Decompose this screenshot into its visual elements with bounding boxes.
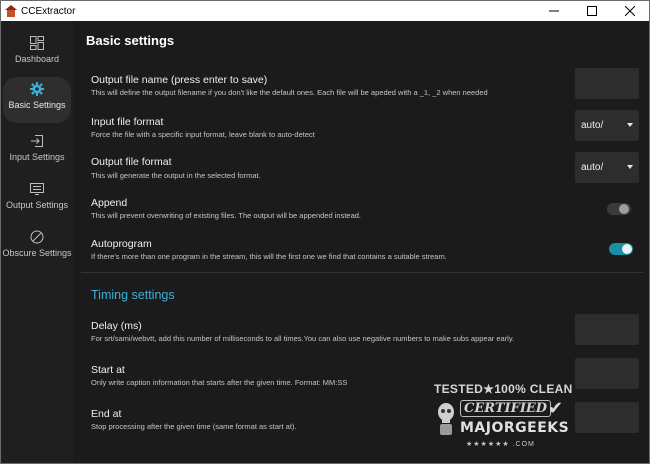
chevron-down-icon (627, 123, 633, 127)
input-icon (29, 133, 45, 149)
sidebar-item-input-settings[interactable]: Input Settings (3, 129, 71, 173)
start-at-input[interactable] (575, 358, 639, 389)
select-value: auto/ (581, 120, 604, 131)
setting-title: Output file format (91, 156, 172, 168)
obscure-icon (29, 229, 45, 245)
setting-description: This will define the output filename if … (91, 88, 488, 97)
maximize-button[interactable] (573, 1, 611, 21)
setting-description: If there's more than one program in the … (91, 252, 447, 261)
setting-description: This will prevent overwriting of existin… (91, 211, 362, 220)
setting-description: This will generate the output in the sel… (91, 171, 261, 180)
section-title: Timing settings (91, 288, 175, 302)
output-file-format-select[interactable]: auto/ (575, 152, 639, 183)
sidebar-item-obscure-settings[interactable]: Obscure Settings (2, 225, 72, 269)
setting-title: Output file name (press enter to save) (91, 74, 268, 86)
sidebar-item-dashboard[interactable]: Dashboard (3, 31, 71, 75)
setting-delay: Delay (ms) For srt/sami/webvtt, add this… (81, 314, 643, 354)
setting-description: Stop processing after the given time (sa… (91, 422, 297, 431)
sidebar-item-label: Obscure Settings (2, 248, 72, 258)
setting-append: Append This will prevent overwriting of … (81, 194, 643, 228)
output-file-name-input[interactable] (575, 68, 639, 99)
chevron-down-icon (627, 165, 633, 169)
page-title: Basic settings (86, 33, 175, 48)
sidebar-item-label: Dashboard (14, 54, 60, 64)
checkmark-icon: ✔ (548, 398, 564, 418)
sidebar-item-basic-settings[interactable]: Basic Settings (3, 77, 71, 123)
setting-title: Append (91, 197, 128, 209)
watermark-stars-text: ★★★★★★ .COM (466, 441, 535, 448)
app-window: CCExtractor Dashboard Basic Settings Inp… (0, 0, 650, 464)
sidebar-item-output-settings[interactable]: Output Settings (3, 177, 71, 221)
window-title: CCExtractor (21, 5, 76, 17)
app-logo-icon (5, 5, 17, 17)
window-controls (535, 1, 649, 21)
skull-mascot-icon (438, 403, 454, 435)
setting-title: Delay (ms) (91, 320, 142, 332)
majorgeeks-watermark: TESTED★100% CLEAN CERTIFIED ✔ MAJORGEEKS… (434, 382, 572, 458)
setting-input-file-format: Input file format Force the file with a … (81, 110, 643, 150)
autoprogram-toggle[interactable] (609, 243, 633, 255)
minimize-button[interactable] (535, 1, 573, 21)
setting-title: Start at (91, 364, 125, 376)
setting-title: End at (91, 408, 122, 420)
gear-icon (29, 81, 45, 97)
dashboard-icon (29, 35, 45, 51)
setting-title: Autoprogram (91, 238, 152, 250)
input-file-format-select[interactable]: auto/ (575, 110, 639, 141)
setting-description: Force the file with a specific input for… (91, 130, 315, 139)
close-icon (625, 6, 635, 16)
sidebar-item-label: Basic Settings (8, 100, 66, 110)
delay-input[interactable] (575, 314, 639, 345)
sidebar: Dashboard Basic Settings Input Settings … (1, 21, 73, 463)
end-at-input[interactable] (575, 402, 639, 433)
setting-output-file-format: Output file format This will generate th… (81, 151, 643, 191)
watermark-brand-text: MAJORGEEKS (460, 420, 570, 436)
setting-output-file-name: Output file name (press enter to save) T… (81, 68, 643, 108)
watermark-certified-text: CERTIFIED (460, 400, 552, 417)
setting-description: For srt/sami/webvtt, add this number of … (91, 334, 515, 343)
setting-title: Input file format (91, 116, 164, 128)
setting-description: Only write caption information that star… (91, 378, 348, 387)
output-icon (29, 181, 45, 197)
maximize-icon (587, 6, 597, 16)
select-value: auto/ (581, 162, 604, 173)
title-bar[interactable]: CCExtractor (1, 1, 649, 21)
minimize-icon (549, 10, 559, 12)
append-toggle[interactable] (607, 203, 631, 215)
watermark-top-text: TESTED★100% CLEAN (434, 382, 573, 396)
setting-autoprogram: Autoprogram If there's more than one pro… (81, 235, 643, 269)
sidebar-item-label: Output Settings (5, 200, 69, 210)
sidebar-item-label: Input Settings (9, 152, 65, 162)
divider (81, 272, 643, 273)
close-button[interactable] (611, 1, 649, 21)
